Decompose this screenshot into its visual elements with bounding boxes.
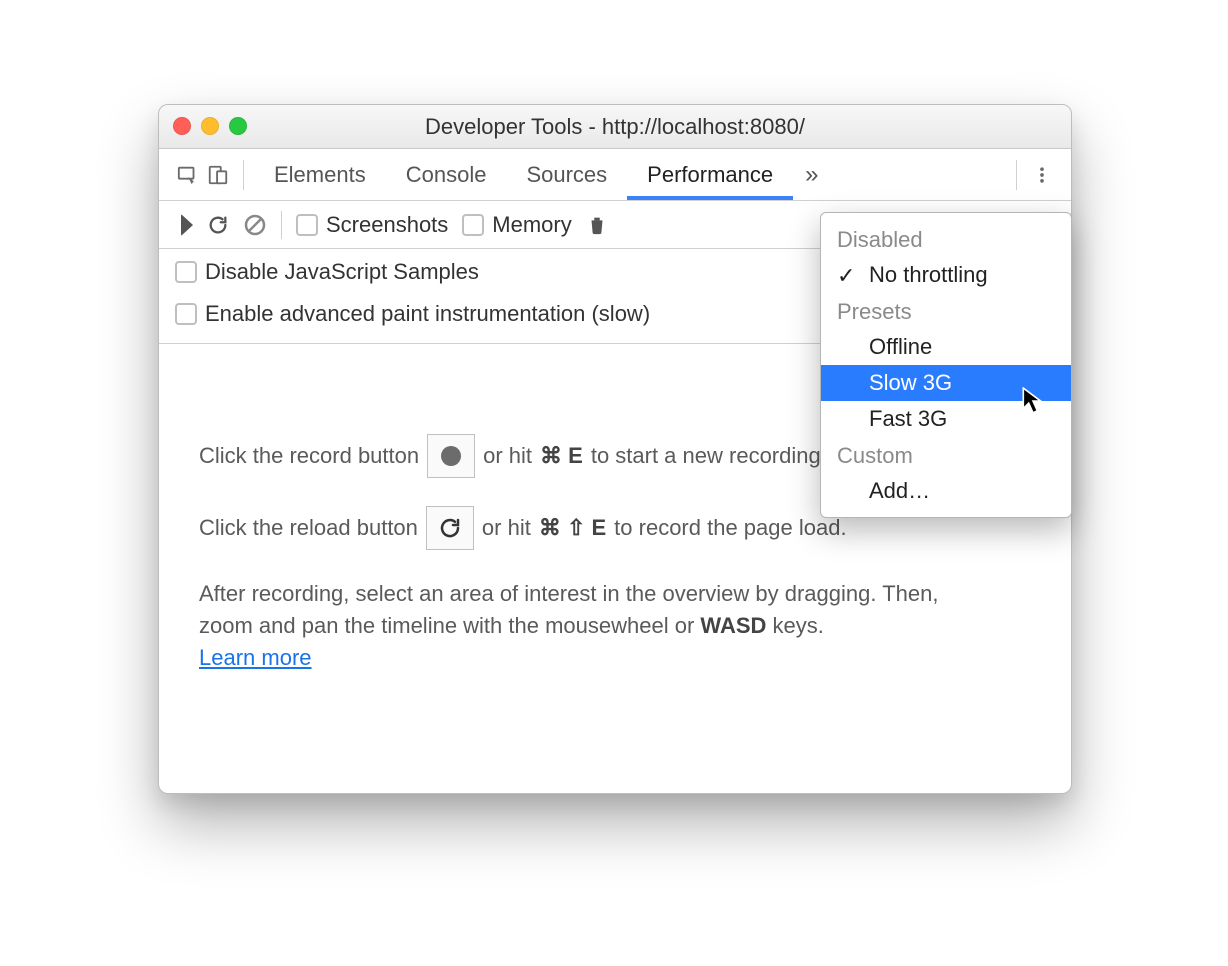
memory-checkbox[interactable]: Memory: [462, 212, 571, 238]
help-text: After recording, select an area of inter…: [199, 581, 938, 638]
main-tabbar: Elements Console Sources Performance »: [159, 149, 1071, 201]
titlebar: Developer Tools - http://localhost:8080/: [159, 105, 1071, 149]
tab-sources[interactable]: Sources: [506, 149, 627, 200]
help-text: or hit: [482, 515, 531, 541]
option-label: Add…: [869, 478, 930, 503]
throttling-option-offline[interactable]: Offline: [821, 329, 1071, 365]
enable-paint-label: Enable advanced paint instrumentation (s…: [205, 301, 650, 327]
inspect-element-icon[interactable]: [173, 160, 203, 190]
screenshots-label: Screenshots: [326, 212, 448, 238]
option-label: Offline: [869, 334, 932, 359]
help-text: to start a new recording.: [591, 443, 827, 469]
help-text: Click the record button: [199, 443, 419, 469]
throttling-option-no-throttling[interactable]: ✓ No throttling: [821, 257, 1071, 293]
tab-performance[interactable]: Performance: [627, 149, 793, 200]
network-throttling-dropdown: Disabled ✓ No throttling Presets Offline…: [820, 212, 1072, 518]
dropdown-group-disabled: Disabled: [821, 221, 1071, 257]
shortcut-record: ⌘ E: [540, 443, 583, 469]
device-toolbar-icon[interactable]: [203, 160, 233, 190]
dropdown-group-presets: Presets: [821, 293, 1071, 329]
enable-paint-checkbox[interactable]: Enable advanced paint instrumentation (s…: [175, 301, 650, 327]
divider: [243, 160, 244, 190]
tab-console[interactable]: Console: [386, 149, 507, 200]
dropdown-group-custom: Custom: [821, 437, 1071, 473]
memory-label: Memory: [492, 212, 571, 238]
window-title: Developer Tools - http://localhost:8080/: [159, 105, 1071, 149]
option-label: Slow 3G: [869, 370, 952, 395]
help-text: or hit: [483, 443, 532, 469]
learn-more-link[interactable]: Learn more: [199, 645, 312, 670]
reload-button-hint[interactable]: [426, 506, 474, 550]
checkbox-icon: [296, 214, 318, 236]
help-text: keys.: [766, 613, 823, 638]
record-button-hint[interactable]: [427, 434, 475, 478]
kebab-menu-icon[interactable]: [1027, 160, 1057, 190]
checkbox-icon: [175, 303, 197, 325]
mouse-cursor-icon: [1022, 387, 1044, 415]
option-label: No throttling: [869, 262, 988, 287]
wasd-key-hint: WASD: [700, 613, 766, 638]
throttling-option-add[interactable]: Add…: [821, 473, 1071, 509]
divider: [1016, 160, 1017, 190]
clear-icon[interactable]: [243, 213, 267, 237]
checkmark-icon: ✓: [837, 263, 855, 289]
trash-icon[interactable]: [586, 214, 608, 236]
record-dot-icon: [441, 446, 461, 466]
option-label: Fast 3G: [869, 406, 947, 431]
tab-elements[interactable]: Elements: [254, 149, 386, 200]
divider: [281, 211, 282, 239]
checkbox-icon: [175, 261, 197, 283]
reload-icon[interactable]: [207, 214, 229, 236]
screenshots-checkbox[interactable]: Screenshots: [296, 212, 448, 238]
shortcut-reload: ⌘ ⇧ E: [539, 515, 606, 541]
record-icon[interactable]: [181, 214, 193, 236]
tabs-overflow-button[interactable]: »: [793, 161, 830, 189]
help-text: Click the reload button: [199, 515, 418, 541]
disable-js-samples-checkbox[interactable]: Disable JavaScript Samples: [175, 259, 479, 285]
checkbox-icon: [462, 214, 484, 236]
help-text: to record the page load.: [614, 515, 846, 541]
disable-js-label: Disable JavaScript Samples: [205, 259, 479, 285]
